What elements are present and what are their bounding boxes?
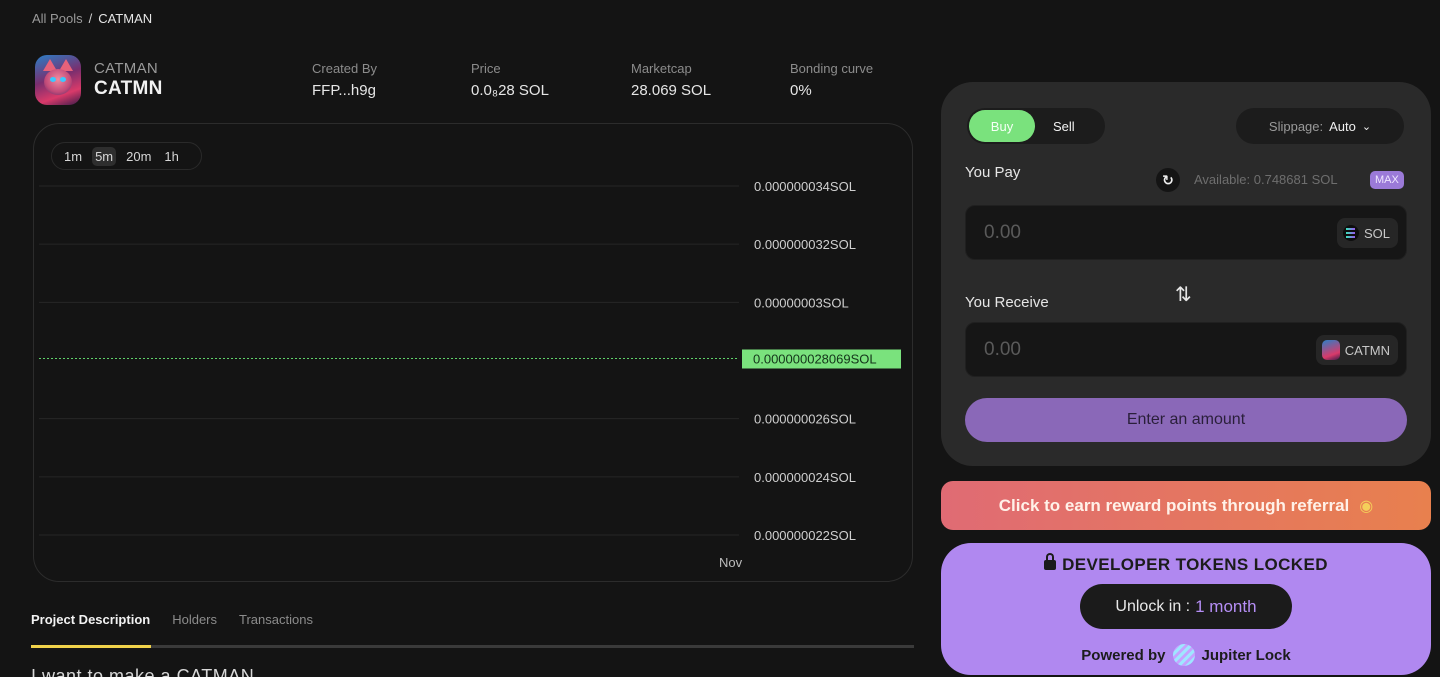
y-tick-label: 0.000000022SOL xyxy=(754,528,856,543)
price-chart-canvas[interactable]: 0.000000034SOL 0.000000032SOL 0.00000003SO… xyxy=(34,124,914,583)
y-tick-label: 0.000000024SOL xyxy=(754,470,856,485)
lock-icon xyxy=(1044,553,1057,570)
interval-selector: 1m 5m 20m 1h xyxy=(51,142,202,170)
token-avatar xyxy=(35,55,81,105)
receive-amount-input[interactable]: 0.00 xyxy=(984,339,1021,361)
pay-amount-field[interactable]: 0.00 SOL xyxy=(965,205,1407,260)
pay-token-select[interactable]: SOL xyxy=(1336,218,1398,248)
unlock-value: 1 month xyxy=(1195,596,1257,616)
stat-marketcap: Marketcap 28.069 SOL xyxy=(631,61,711,99)
tab-transactions[interactable]: Transactions xyxy=(239,612,313,627)
tab-underline xyxy=(31,645,914,648)
interval-1m[interactable]: 1m xyxy=(61,147,85,166)
breadcrumb-current: CATMAN xyxy=(98,11,153,26)
interval-5m[interactable]: 5m xyxy=(92,146,117,166)
referral-label: Click to earn reward points through refe… xyxy=(998,495,1350,515)
lock-title-text: DEVELOPER TOKENS LOCKED xyxy=(1062,555,1328,574)
stat-value: 0.0₈28 SOL xyxy=(471,82,549,99)
project-description-text: I want to make a CATMAN xyxy=(31,666,255,677)
jupiter-logo-icon xyxy=(1172,644,1195,666)
powered-by-label: Powered by xyxy=(1081,646,1166,664)
y-tick-label: 0.00000003SOL xyxy=(754,295,849,310)
slippage-label: Slippage: xyxy=(1268,118,1324,134)
pay-token-label: SOL xyxy=(1363,225,1390,241)
stat-value: 28.069 SOL xyxy=(631,82,712,99)
solana-icon xyxy=(1342,225,1359,241)
sell-button[interactable]: Sell xyxy=(1053,108,1075,144)
powered-by-provider[interactable]: Jupiter Lock xyxy=(1202,647,1291,664)
stat-created-by: Created By FFP...h9g xyxy=(312,61,377,99)
powered-by: Powered by Jupiter Lock xyxy=(941,644,1431,666)
price-chart[interactable]: 0.000000034SOL 0.000000032SOL 0.00000003SO… xyxy=(33,123,913,582)
stat-label: Created By xyxy=(312,61,378,76)
stat-value: 0% xyxy=(790,82,812,99)
tab-project-description[interactable]: Project Description xyxy=(31,612,150,627)
buy-sell-toggle: Buy Sell xyxy=(967,108,1105,144)
unlock-label: Unlock in : xyxy=(1115,597,1191,615)
stat-value[interactable]: FFP...h9g xyxy=(312,82,377,99)
chevron-down-icon: ⌄ xyxy=(1361,120,1372,133)
token-symbol: CATMN xyxy=(94,78,163,99)
tab-holders[interactable]: Holders xyxy=(172,612,217,627)
breadcrumb-all-pools[interactable]: All Pools xyxy=(32,11,83,26)
token-name: CATMAN xyxy=(94,60,159,77)
available-balance: Available: 0.748681 SOL xyxy=(1194,172,1338,187)
receive-token-label: CATMN xyxy=(1344,342,1390,358)
stat-label: Price xyxy=(471,61,501,76)
stat-label: Marketcap xyxy=(631,61,692,76)
buy-button[interactable]: Buy xyxy=(969,110,1035,142)
stat-label: Bonding curve xyxy=(790,61,874,76)
token-header: CATMAN CATMN xyxy=(35,55,163,105)
slippage-value: Auto xyxy=(1329,118,1356,134)
stat-price: Price 0.0₈28 SOL xyxy=(471,61,549,99)
current-price-label: 0.000000028069SOL xyxy=(753,351,877,366)
breadcrumb: All Pools / CATMAN xyxy=(32,11,152,26)
developer-lock-card: DEVELOPER TOKENS LOCKED Unlock in : 1 mo… xyxy=(941,543,1431,675)
x-tick-label: Nov xyxy=(719,555,743,570)
receive-amount-field[interactable]: 0.00 CATMN xyxy=(965,322,1407,377)
refresh-icon[interactable]: ↻ xyxy=(1156,168,1180,192)
pay-amount-input[interactable]: 0.00 xyxy=(984,222,1021,244)
catman-token-icon xyxy=(1321,340,1340,360)
referral-banner[interactable]: Click to earn reward points through refe… xyxy=(941,481,1431,530)
slippage-selector[interactable]: Slippage: Auto ⌄ xyxy=(1236,108,1404,144)
you-receive-label: You Receive xyxy=(965,294,1049,311)
stat-bonding-curve: Bonding curve 0% xyxy=(790,61,873,99)
y-tick-label: 0.000000032SOL xyxy=(754,237,856,252)
lock-title: DEVELOPER TOKENS LOCKED xyxy=(941,553,1431,575)
project-tabs: Project Description Holders Transactions xyxy=(31,612,313,627)
swap-panel: Buy Sell Slippage: Auto ⌄ You Pay ↻ Avai… xyxy=(941,82,1431,466)
max-button[interactable]: MAX xyxy=(1370,171,1404,189)
y-tick-label: 0.000000026SOL xyxy=(754,412,856,427)
tab-active-indicator xyxy=(31,645,151,648)
receive-token-select[interactable]: CATMN xyxy=(1315,335,1398,365)
you-pay-label: You Pay xyxy=(965,164,1021,181)
interval-1h[interactable]: 1h xyxy=(161,147,181,166)
interval-20m[interactable]: 20m xyxy=(123,147,154,166)
y-tick-label: 0.000000034SOL xyxy=(754,179,856,194)
coins-icon: ◉ xyxy=(1359,497,1374,515)
breadcrumb-separator: / xyxy=(88,11,93,26)
swap-direction-icon[interactable]: ⇅ xyxy=(1175,282,1192,307)
enter-amount-button[interactable]: Enter an amount xyxy=(965,398,1407,442)
unlock-badge: Unlock in : 1 month xyxy=(1080,584,1292,629)
